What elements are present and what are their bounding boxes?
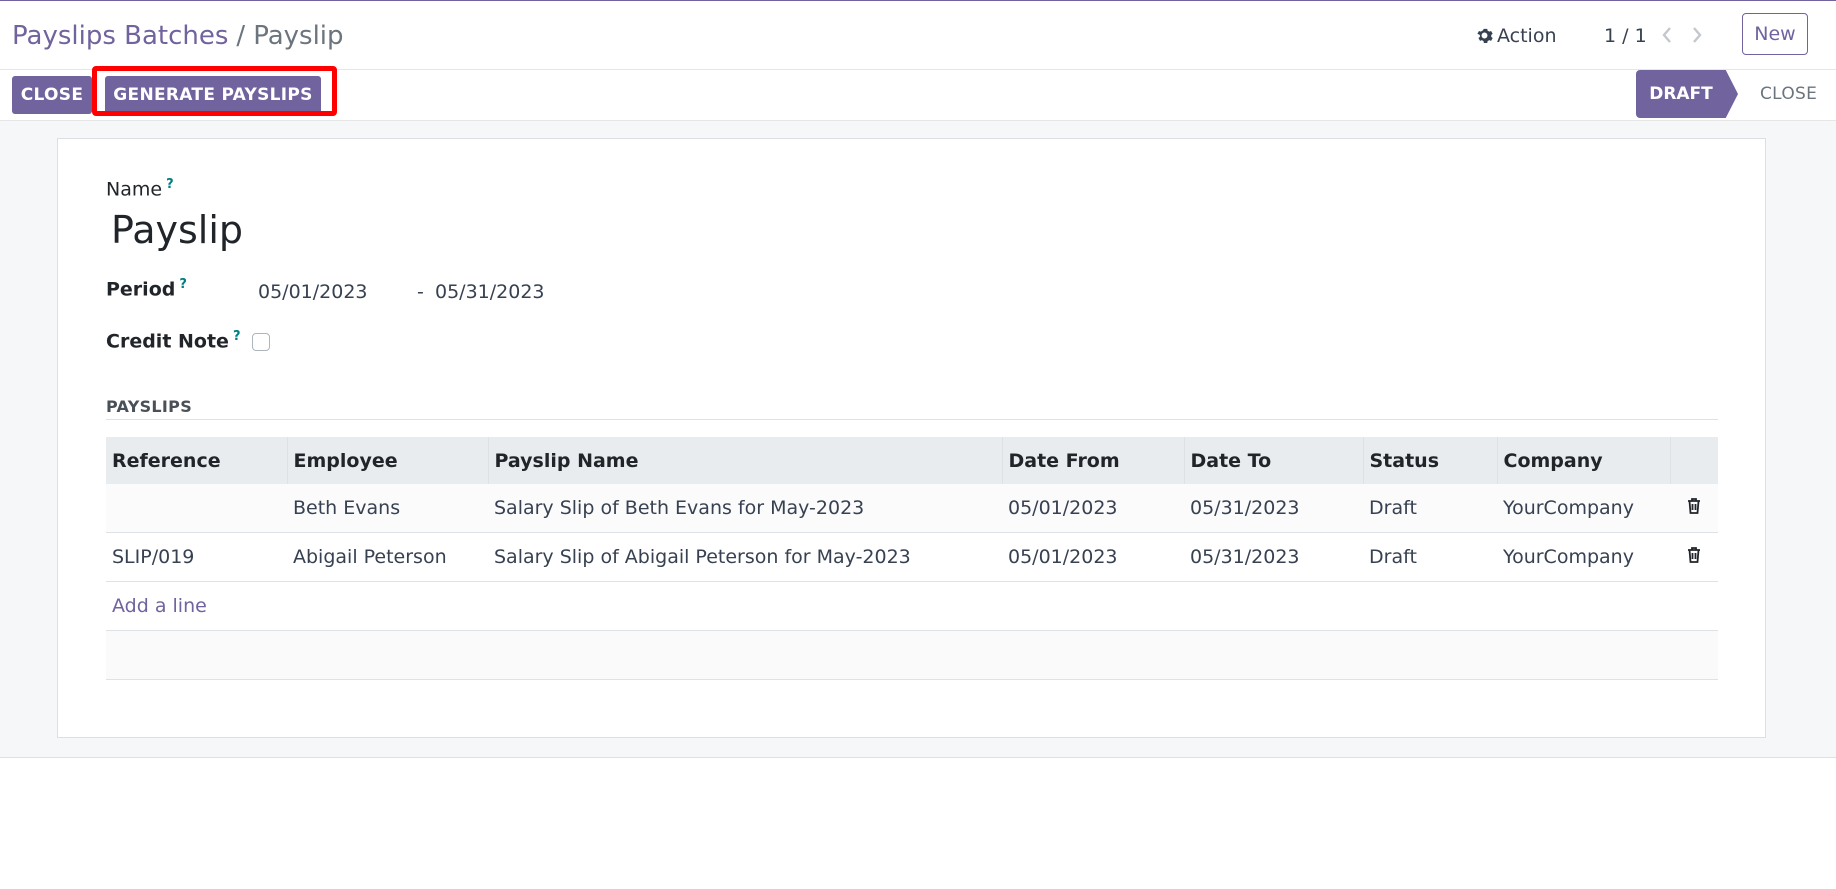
column-header-status[interactable]: Status bbox=[1362, 437, 1497, 484]
name-label-text: Name bbox=[106, 178, 163, 201]
period-label-text: Period bbox=[106, 278, 176, 301]
cell-date-to[interactable]: 05/31/2023 bbox=[1184, 532, 1363, 582]
breadcrumb-current: Payslip bbox=[253, 21, 344, 51]
pager-next-button[interactable] bbox=[1690, 25, 1708, 47]
credit-note-label: Credit Note? bbox=[106, 329, 240, 352]
section-divider bbox=[106, 419, 1718, 420]
cell-date-to[interactable]: 05/31/2023 bbox=[1184, 484, 1363, 533]
status-close[interactable]: CLOSE bbox=[1760, 70, 1817, 118]
cell-status[interactable]: Draft bbox=[1363, 532, 1497, 582]
cell-company[interactable]: YourCompany bbox=[1497, 484, 1670, 533]
action-label: Action bbox=[1497, 25, 1557, 47]
new-record-button[interactable]: New bbox=[1742, 13, 1808, 55]
pager-value[interactable]: 1 / 1 bbox=[1604, 21, 1647, 51]
gear-icon bbox=[1477, 28, 1493, 43]
add-line-link[interactable]: Add a line bbox=[112, 595, 207, 617]
cell-employee[interactable]: Beth Evans bbox=[287, 484, 488, 533]
chevron-left-icon bbox=[1662, 27, 1671, 43]
column-header-company[interactable]: Company bbox=[1496, 437, 1670, 484]
generate-payslips-button[interactable]: GENERATE PAYSLIPS bbox=[105, 76, 321, 114]
date-end-field[interactable]: 05/31/2023 bbox=[435, 281, 545, 303]
status-draft[interactable]: DRAFT bbox=[1636, 70, 1738, 118]
close-batch-button[interactable]: CLOSE bbox=[12, 76, 92, 114]
cell-company[interactable]: YourCompany bbox=[1497, 532, 1670, 582]
breadcrumb-separator: / bbox=[236, 21, 246, 51]
breadcrumb-parent-link[interactable]: Payslips Batches bbox=[12, 21, 228, 51]
column-header-payslip-name[interactable]: Payslip Name bbox=[487, 437, 1002, 484]
breadcrumb: Payslips Batches / Payslip bbox=[12, 19, 344, 53]
trash-icon bbox=[1688, 546, 1700, 563]
table-row[interactable]: SLIP/019 Abigail Peterson Salary Slip of… bbox=[106, 532, 1718, 582]
control-panel-buttons: CLOSE GENERATE PAYSLIPS DRAFT CLOSE bbox=[0, 70, 1836, 121]
cell-payslip-name[interactable]: Salary Slip of Beth Evans for May-2023 bbox=[488, 484, 1002, 533]
column-header-reference[interactable]: Reference bbox=[106, 437, 287, 484]
action-menu-button[interactable]: Action bbox=[1476, 21, 1557, 51]
name-label: Name? bbox=[106, 177, 174, 200]
credit-note-label-text: Credit Note bbox=[106, 330, 229, 353]
payslips-table: Reference Employee Payslip Name Date Fro… bbox=[106, 437, 1718, 680]
cell-employee[interactable]: Abigail Peterson bbox=[287, 532, 488, 582]
cell-reference[interactable]: SLIP/019 bbox=[106, 532, 287, 582]
pager-previous-button[interactable] bbox=[1660, 25, 1678, 47]
column-header-actions bbox=[1669, 437, 1718, 484]
add-line-row: Add a line bbox=[106, 581, 1718, 631]
cell-status[interactable]: Draft bbox=[1363, 484, 1497, 533]
date-start-field[interactable]: 05/01/2023 bbox=[258, 281, 368, 303]
column-header-employee[interactable]: Employee bbox=[286, 437, 488, 484]
column-header-date-to[interactable]: Date To bbox=[1183, 437, 1363, 484]
name-help-icon[interactable]: ? bbox=[166, 177, 174, 192]
period-label: Period? bbox=[106, 277, 187, 300]
payslips-section-title: PAYSLIPS bbox=[106, 397, 193, 416]
trash-icon bbox=[1688, 497, 1700, 514]
control-panel-top: Payslips Batches / Payslip Action 1 / 1 Ne… bbox=[0, 1, 1836, 70]
cell-date-from[interactable]: 05/01/2023 bbox=[1002, 532, 1184, 582]
cell-payslip-name[interactable]: Salary Slip of Abigail Peterson for May-… bbox=[488, 532, 1002, 582]
cell-reference[interactable] bbox=[106, 484, 287, 533]
date-separator: - bbox=[417, 281, 424, 303]
table-header-row: Reference Employee Payslip Name Date Fro… bbox=[106, 437, 1718, 484]
delete-row-button[interactable] bbox=[1670, 532, 1718, 582]
period-help-icon[interactable]: ? bbox=[179, 277, 187, 292]
credit-note-help-icon[interactable]: ? bbox=[233, 329, 241, 344]
delete-row-button[interactable] bbox=[1670, 484, 1718, 533]
column-header-date-from[interactable]: Date From bbox=[1001, 437, 1184, 484]
cell-date-from[interactable]: 05/01/2023 bbox=[1002, 484, 1184, 533]
credit-note-checkbox[interactable] bbox=[252, 333, 270, 351]
table-row[interactable]: Beth Evans Salary Slip of Beth Evans for… bbox=[106, 484, 1718, 533]
table-footer-row bbox=[106, 630, 1718, 680]
name-field[interactable]: Payslip bbox=[111, 205, 243, 255]
chevron-right-icon bbox=[1693, 27, 1702, 43]
